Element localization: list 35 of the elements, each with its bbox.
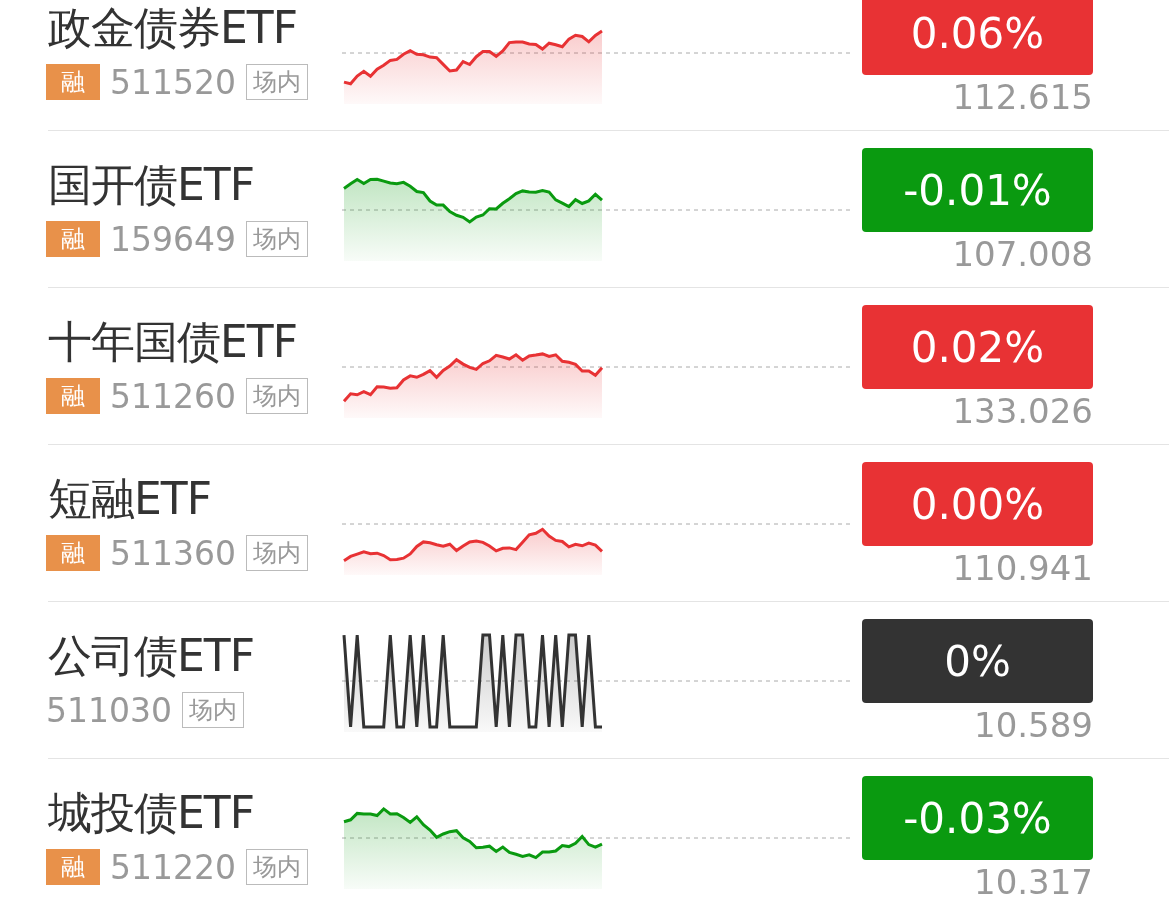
change-badge: 0.02% [862, 305, 1093, 389]
fund-name: 国开债ETF [48, 158, 255, 212]
price: 107.008 [952, 234, 1093, 274]
price: 10.317 [974, 862, 1093, 902]
price: 110.941 [952, 548, 1093, 588]
fund-code: 511520 [110, 62, 236, 102]
fund-code: 511260 [110, 376, 236, 416]
margin-tag: 融 [46, 849, 100, 885]
fund-code: 511030 [46, 690, 172, 730]
market-tag: 场内 [246, 849, 308, 885]
price: 133.026 [952, 391, 1093, 431]
change-badge: 0% [862, 619, 1093, 703]
change-badge: -0.01% [862, 148, 1093, 232]
margin-tag: 融 [46, 535, 100, 571]
fund-code: 159649 [110, 219, 236, 259]
price: 112.615 [952, 77, 1093, 117]
fund-name: 公司债ETF [48, 629, 255, 683]
market-tag: 场内 [246, 535, 308, 571]
fund-name: 城投债ETF [48, 786, 255, 840]
market-tag: 场内 [182, 692, 244, 728]
margin-tag: 融 [46, 378, 100, 414]
change-badge: 0.00% [862, 462, 1093, 546]
market-tag: 场内 [246, 221, 308, 257]
fund-name: 十年国债ETF [48, 315, 298, 369]
margin-tag: 融 [46, 64, 100, 100]
fund-name: 政金债券ETF [48, 1, 298, 55]
fund-code: 511360 [110, 533, 236, 573]
margin-tag: 融 [46, 221, 100, 257]
change-badge: -0.03% [862, 776, 1093, 860]
fund-name: 短融ETF [48, 472, 212, 526]
change-badge: 0.06% [862, 0, 1093, 75]
price: 10.589 [974, 705, 1093, 745]
market-tag: 场内 [246, 378, 308, 414]
market-tag: 场内 [246, 64, 308, 100]
fund-code: 511220 [110, 847, 236, 887]
